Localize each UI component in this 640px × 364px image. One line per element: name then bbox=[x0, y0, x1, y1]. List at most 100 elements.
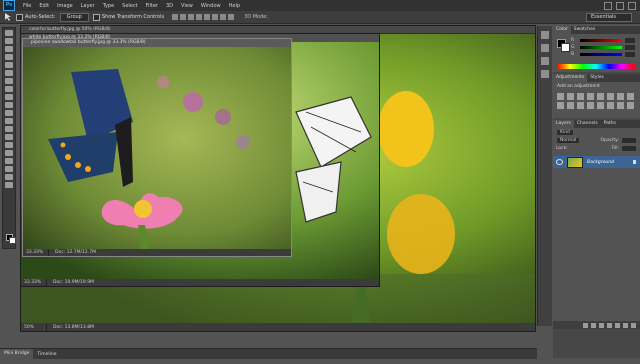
move-tool-icon[interactable] bbox=[4, 13, 12, 21]
color-ramp[interactable] bbox=[557, 64, 635, 69]
history-panel-icon[interactable] bbox=[541, 31, 549, 39]
move-tool-icon[interactable] bbox=[5, 30, 13, 36]
invert-icon[interactable] bbox=[587, 102, 594, 109]
zoom-level[interactable]: 33.33% bbox=[21, 279, 47, 286]
tab-channels[interactable]: Channels bbox=[574, 120, 601, 128]
layer-kind-dropdown[interactable]: Kind bbox=[556, 128, 574, 136]
zoom-level[interactable]: 50% bbox=[21, 324, 47, 331]
brightness-icon[interactable] bbox=[557, 93, 564, 100]
paragraph-panel-icon[interactable] bbox=[541, 70, 549, 78]
eraser-tool-icon[interactable] bbox=[5, 110, 13, 116]
menu-file[interactable]: File bbox=[19, 3, 35, 9]
adjustment-layer-icon[interactable] bbox=[607, 322, 612, 328]
auto-select-dropdown[interactable]: Group bbox=[59, 12, 89, 22]
hue-saturation-icon[interactable] bbox=[607, 93, 614, 100]
zoom-tool-icon[interactable] bbox=[5, 182, 13, 188]
green-value-field[interactable] bbox=[625, 45, 635, 50]
align-top-icon[interactable] bbox=[172, 14, 179, 20]
red-value-field[interactable] bbox=[625, 38, 635, 43]
tab-adjustments[interactable]: Adjustments bbox=[553, 74, 588, 82]
tab-layers[interactable]: Layers bbox=[553, 120, 574, 128]
crop-tool-icon[interactable] bbox=[5, 62, 13, 68]
gradient-tool-icon[interactable] bbox=[5, 118, 13, 124]
trash-icon[interactable] bbox=[631, 322, 636, 328]
group-icon[interactable] bbox=[615, 322, 620, 328]
align-middle-icon[interactable] bbox=[180, 14, 187, 20]
align-center-icon[interactable] bbox=[204, 14, 211, 20]
curves-icon[interactable] bbox=[577, 93, 584, 100]
document-titlebar-pipevine-butterfly[interactable]: pipevine swallowtail butterfly.jpg @ 33.… bbox=[23, 39, 291, 47]
properties-panel-icon[interactable] bbox=[541, 44, 549, 52]
path-select-tool-icon[interactable] bbox=[5, 158, 13, 164]
pen-tool-icon[interactable] bbox=[5, 142, 13, 148]
align-right-icon[interactable] bbox=[212, 14, 219, 20]
gradient-map-icon[interactable] bbox=[617, 102, 624, 109]
tab-styles[interactable]: Styles bbox=[587, 74, 607, 82]
distribute-icon[interactable] bbox=[220, 14, 227, 20]
fill-field[interactable] bbox=[621, 144, 637, 152]
menu-image[interactable]: Image bbox=[53, 3, 77, 9]
menu-layer[interactable]: Layer bbox=[77, 3, 99, 9]
levels-icon[interactable] bbox=[567, 93, 574, 100]
exposure-icon[interactable] bbox=[587, 93, 594, 100]
vibrance-icon[interactable] bbox=[597, 93, 604, 100]
align-left-icon[interactable] bbox=[196, 14, 203, 20]
opacity-field[interactable] bbox=[621, 136, 637, 144]
blue-value-field[interactable] bbox=[625, 52, 635, 57]
tab-swatches[interactable]: Swatches bbox=[571, 26, 599, 34]
menu-filter[interactable]: Filter bbox=[142, 3, 162, 9]
dodge-tool-icon[interactable] bbox=[5, 134, 13, 140]
menu-help[interactable]: Help bbox=[225, 3, 244, 9]
document-window-pipevine-butterfly[interactable]: pipevine swallowtail butterfly.jpg @ 33.… bbox=[22, 38, 292, 257]
transform-controls-checkbox[interactable] bbox=[92, 13, 100, 21]
minimize-icon[interactable] bbox=[604, 1, 612, 10]
link-layers-icon[interactable] bbox=[583, 322, 588, 328]
menu-select[interactable]: Select bbox=[118, 3, 141, 9]
hand-tool-icon[interactable] bbox=[5, 174, 13, 180]
character-panel-icon[interactable] bbox=[541, 57, 549, 65]
threshold-icon[interactable] bbox=[607, 102, 614, 109]
tab-paths[interactable]: Paths bbox=[601, 120, 619, 128]
align-bottom-icon[interactable] bbox=[188, 14, 195, 20]
distribute-icon[interactable] bbox=[228, 14, 235, 20]
close-icon[interactable] bbox=[628, 1, 636, 10]
history-brush-tool-icon[interactable] bbox=[5, 102, 13, 108]
zoom-level[interactable]: 33.33% bbox=[23, 249, 49, 256]
menu-window[interactable]: Window bbox=[197, 3, 225, 9]
blend-mode-dropdown[interactable]: Normal bbox=[556, 136, 581, 144]
selective-color-icon[interactable] bbox=[627, 102, 634, 109]
layer-mask-icon[interactable] bbox=[599, 322, 604, 328]
auto-select-checkbox[interactable] bbox=[16, 13, 23, 21]
tab-color[interactable]: Color bbox=[553, 26, 571, 34]
background-color-swatch[interactable] bbox=[9, 237, 16, 244]
new-layer-icon[interactable] bbox=[623, 322, 628, 328]
color-balance-icon[interactable] bbox=[617, 93, 624, 100]
visibility-eye-icon[interactable] bbox=[556, 159, 563, 165]
tab-timeline[interactable]: Timeline bbox=[33, 352, 60, 357]
eyedropper-tool-icon[interactable] bbox=[5, 70, 13, 76]
healing-brush-tool-icon[interactable] bbox=[5, 78, 13, 84]
quick-select-tool-icon[interactable] bbox=[5, 54, 13, 60]
menu-view[interactable]: View bbox=[177, 3, 197, 9]
layer-style-icon[interactable] bbox=[591, 322, 596, 328]
maximize-icon[interactable] bbox=[616, 1, 624, 10]
type-tool-icon[interactable] bbox=[5, 150, 13, 156]
layer-row-background[interactable]: Background bbox=[553, 156, 640, 168]
brush-tool-icon[interactable] bbox=[5, 86, 13, 92]
black-white-icon[interactable] bbox=[627, 93, 634, 100]
menu-3d[interactable]: 3D bbox=[162, 3, 177, 9]
shape-tool-icon[interactable] bbox=[5, 166, 13, 172]
menu-type[interactable]: Type bbox=[99, 3, 118, 9]
canvas-pipevine-butterfly[interactable] bbox=[23, 47, 291, 249]
tab-mini-bridge[interactable]: Mini Bridge bbox=[0, 349, 34, 359]
clone-stamp-tool-icon[interactable] bbox=[5, 94, 13, 100]
background-color-swatch[interactable] bbox=[561, 43, 570, 52]
photo-filter-icon[interactable] bbox=[557, 102, 564, 109]
posterize-icon[interactable] bbox=[597, 102, 604, 109]
marquee-tool-icon[interactable] bbox=[5, 38, 13, 44]
blue-slider[interactable]: B bbox=[553, 51, 640, 58]
lasso-tool-icon[interactable] bbox=[5, 46, 13, 52]
blur-tool-icon[interactable] bbox=[5, 126, 13, 132]
color-lookup-icon[interactable] bbox=[577, 102, 584, 109]
menu-edit[interactable]: Edit bbox=[35, 3, 53, 9]
